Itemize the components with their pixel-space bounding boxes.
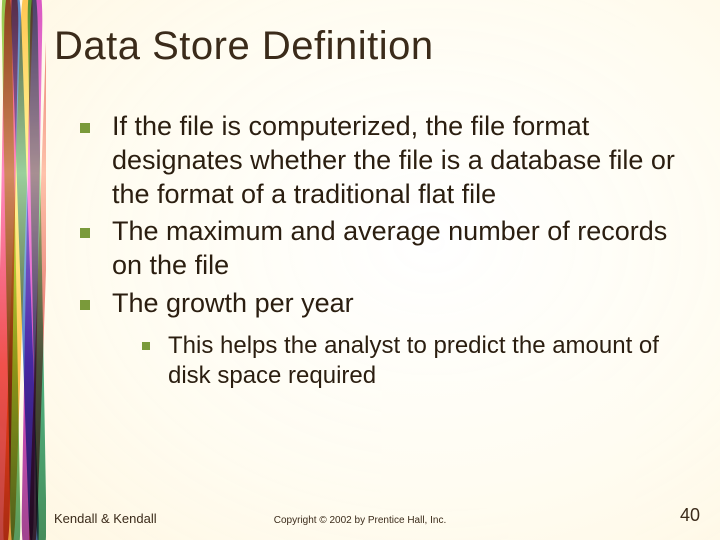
decorative-left-art [0, 0, 46, 540]
list-item: If the file is computerized, the file fo… [80, 110, 690, 211]
sub-list: This helps the analyst to predict the am… [142, 331, 690, 391]
slide-title: Data Store Definition [54, 24, 434, 69]
page-number: 40 [680, 505, 700, 526]
bullet-text: The growth per year [112, 287, 354, 321]
list-item: This helps the analyst to predict the am… [142, 331, 690, 391]
footer-copyright: Copyright © 2002 by Prentice Hall, Inc. [0, 515, 720, 526]
slide-body: If the file is computerized, the file fo… [80, 110, 690, 391]
bullet-text: The maximum and average number of record… [112, 215, 690, 283]
bullet-icon [142, 342, 150, 350]
list-item: The growth per year [80, 287, 690, 321]
sub-bullet-text: This helps the analyst to predict the am… [168, 331, 690, 391]
bullet-icon [80, 228, 90, 238]
list-item: The maximum and average number of record… [80, 215, 690, 283]
bullet-text: If the file is computerized, the file fo… [112, 110, 690, 211]
bullet-icon [80, 300, 90, 310]
bullet-icon [80, 123, 90, 133]
slide: Data Store Definition If the file is com… [0, 0, 720, 540]
